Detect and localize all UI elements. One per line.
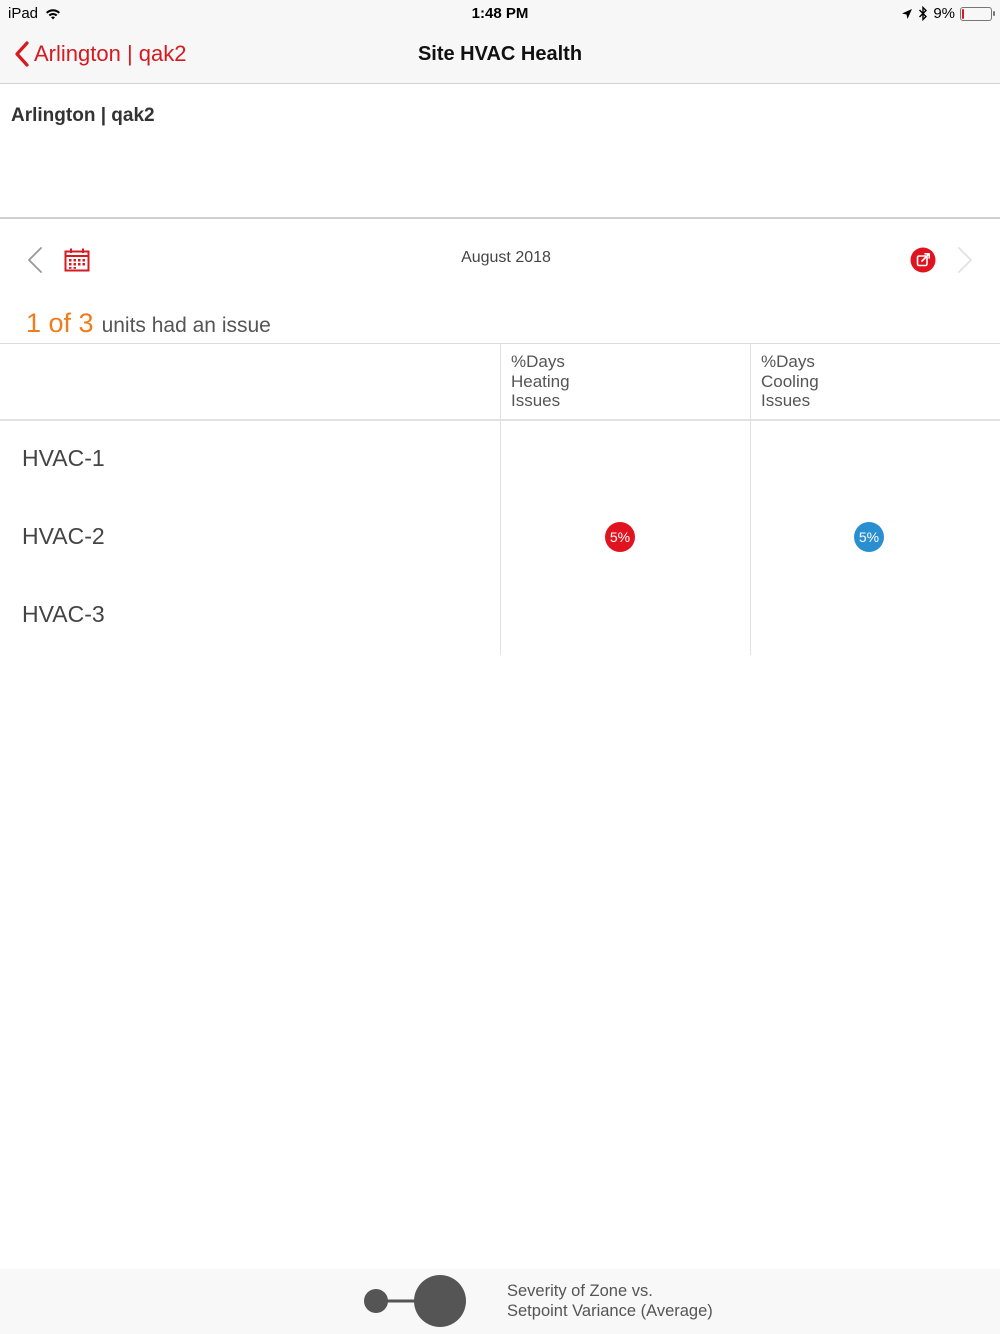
next-month-button[interactable] xyxy=(954,245,976,275)
month-label: August 2018 xyxy=(461,249,551,266)
column-header-heating: %Days Heating Issues xyxy=(500,344,750,420)
status-right: 9% xyxy=(901,5,995,22)
navigation-bar: Arlington | qak2 Site HVAC Health xyxy=(0,28,1000,84)
heating-issue-badge[interactable]: 5% xyxy=(605,522,635,552)
table-row[interactable]: HVAC-2 5% 5% xyxy=(0,499,1000,577)
back-button-label: Arlington | qak2 xyxy=(34,41,187,66)
battery-level xyxy=(962,8,964,19)
table-header: %Days Heating Issues %Days Cooling Issues xyxy=(0,343,1000,421)
battery-percent: 9% xyxy=(933,5,955,22)
date-selector: August 2018 xyxy=(0,221,1000,297)
site-header: Arlington | qak2 xyxy=(0,85,1000,219)
battery-icon xyxy=(960,6,995,21)
legend-label-line1: Severity of Zone vs. xyxy=(507,1282,653,1300)
issue-summary: 1 of 3 units had an issue xyxy=(26,308,271,339)
location-icon xyxy=(902,8,913,19)
column-header-line: %Days xyxy=(761,352,815,371)
share-icon[interactable] xyxy=(910,247,936,273)
chevron-left-icon xyxy=(15,41,29,67)
unit-name: HVAC-3 xyxy=(22,601,105,627)
status-time: 1:48 PM xyxy=(471,5,529,22)
column-header-line: Heating xyxy=(511,371,570,391)
status-bar: iPad 1:48 PM 9% xyxy=(0,0,1000,28)
cooling-issue-badge[interactable]: 5% xyxy=(854,522,884,552)
issue-count: 1 of 3 xyxy=(26,308,94,338)
hvac-health-table: %Days Heating Issues %Days Cooling Issues HV… xyxy=(0,343,1000,655)
column-header-line: Issues xyxy=(761,391,811,410)
issue-summary-text: units had an issue xyxy=(101,314,271,337)
column-header-cooling: %Days Cooling Issues xyxy=(750,344,1000,420)
unit-name: HVAC-1 xyxy=(22,445,105,471)
back-button[interactable]: Arlington | qak2 xyxy=(14,40,186,68)
column-header-line: Cooling xyxy=(761,371,819,391)
severity-scale-icon xyxy=(364,1275,466,1327)
site-name: Arlington | qak2 xyxy=(11,105,155,126)
legend-label-line2: Setpoint Variance (Average) xyxy=(507,1301,713,1320)
table-row[interactable]: HVAC-1 xyxy=(0,421,1000,499)
severity-legend: Severity of Zone vs. Setpoint Variance (… xyxy=(0,1269,1000,1334)
legend-label: Severity of Zone vs. Setpoint Variance (… xyxy=(507,1282,713,1321)
column-header-line: Issues xyxy=(511,391,561,410)
column-header-line: %Days xyxy=(511,352,565,371)
table-row[interactable]: HVAC-3 xyxy=(0,577,1000,655)
bluetooth-icon xyxy=(919,6,928,21)
unit-name: HVAC-2 xyxy=(22,523,105,549)
